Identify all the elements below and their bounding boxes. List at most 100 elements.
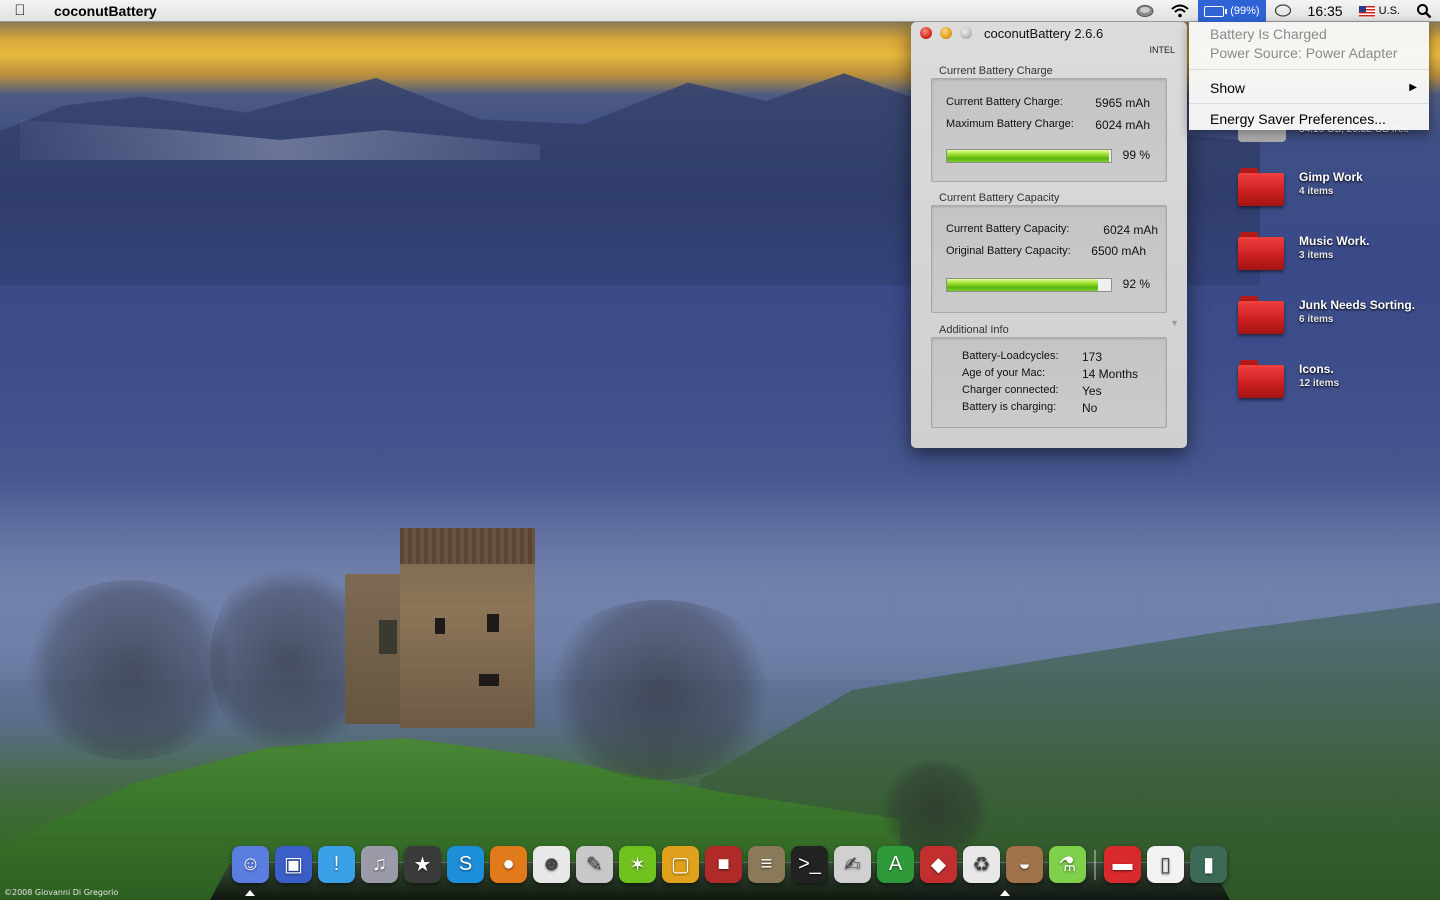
original-capacity-label: Original Battery Capacity: xyxy=(946,245,1071,257)
terminal-icon[interactable]: >_ xyxy=(791,846,828,883)
spotlight-search-icon[interactable] xyxy=(1408,0,1440,22)
stone-house xyxy=(345,528,535,728)
charger-connected-value: Yes xyxy=(1082,384,1102,398)
close-window-button[interactable] xyxy=(920,27,932,39)
menu-bar:  coconutBattery (99%) 16:35 U.S. xyxy=(0,0,1440,22)
desktop-folder[interactable]: Junk Needs Sorting. 6 items xyxy=(1238,296,1438,346)
battery-menu-dropdown: Battery Is Charged Power Source: Power A… xyxy=(1189,22,1429,130)
folder-item-count: 4 items xyxy=(1299,186,1334,197)
app-store-icon[interactable]: A xyxy=(877,846,914,883)
folder-name: Gimp Work xyxy=(1299,170,1363,184)
recycle-icon[interactable]: ♻ xyxy=(963,846,1000,883)
capacity-progress-fill xyxy=(947,279,1098,291)
ichat-icon[interactable]: ! xyxy=(318,846,355,883)
app-menu-name[interactable]: coconutBattery xyxy=(40,3,157,19)
mask-app-icon[interactable]: ☻ xyxy=(533,846,570,883)
speech-bubble-icon[interactable] xyxy=(1266,0,1300,22)
input-source-menu[interactable]: U.S. xyxy=(1351,0,1408,22)
minimize-window-button[interactable] xyxy=(940,27,952,39)
desktop-folder[interactable]: Icons. 12 items xyxy=(1238,360,1438,410)
loadcycles-value: 173 xyxy=(1082,350,1103,364)
power-source-text: Power Source: Power Adapter xyxy=(1210,45,1398,61)
capacity-section-label: Current Battery Capacity xyxy=(939,192,1060,204)
info-section-label: Additional Info xyxy=(939,324,1009,336)
current-charge-value: 5965 mAh xyxy=(1095,96,1150,110)
mac-age-value: 14 Months xyxy=(1082,367,1139,381)
trash-icon[interactable]: ▮ xyxy=(1190,846,1227,883)
battery-percent: (99%) xyxy=(1230,5,1260,17)
time-machine-icon[interactable] xyxy=(1128,0,1162,22)
energy-saver-preferences-item[interactable]: Energy Saver Preferences... xyxy=(1189,107,1429,131)
dock: ☺ ▣! ♫ ★ S ● ☻ ✎ ✶ ▢ ■ ≡ >_ ✍ A ◆ ♻ ◒ ⚗ ▬ ▯ ▮ xyxy=(232,846,1227,883)
red-folder-icon xyxy=(1238,232,1284,270)
current-capacity-label: Current Battery Capacity: xyxy=(946,223,1070,235)
flask-icon[interactable]: ⚗ xyxy=(1049,846,1086,883)
show-label: Show xyxy=(1210,80,1246,96)
running-indicator xyxy=(1000,890,1010,896)
coconutbattery-window: coconutBattery 2.6.6 INTEL Current Batte… xyxy=(911,22,1187,448)
window-title: coconutBattery 2.6.6 xyxy=(984,26,1104,41)
textedit-icon[interactable]: ✍ xyxy=(834,846,871,883)
charger-connected-label: Charger connected: xyxy=(962,384,1059,396)
input-source-label: U.S. xyxy=(1378,5,1400,17)
photobooth-icon[interactable]: ■ xyxy=(705,846,742,883)
battery-status-menu[interactable]: (99%) xyxy=(1198,0,1266,22)
folder-name: Junk Needs Sorting. xyxy=(1299,298,1416,312)
script-editor-icon[interactable]: ✎ xyxy=(576,846,613,883)
desktop-wallpaper: ©2008 Giovanni Di Gregorio xyxy=(0,0,1440,900)
folder-name: Icons. xyxy=(1299,362,1334,376)
battery-charging-value: No xyxy=(1082,401,1098,415)
coconut-icon[interactable]: ◒ xyxy=(1006,846,1043,883)
dock-separator xyxy=(1094,850,1096,880)
firefox-icon[interactable]: ● xyxy=(490,846,527,883)
info-box: Battery-Loadcycles: 173 Age of your Mac:… xyxy=(931,337,1167,428)
zoom-window-button[interactable] xyxy=(960,27,972,39)
capacity-percent: 92 % xyxy=(1122,277,1150,291)
desktop-folder[interactable]: Gimp Work 4 items xyxy=(1238,168,1438,218)
finder-icon[interactable]: ☺ xyxy=(232,846,269,883)
folder-item-count: 3 items xyxy=(1299,250,1334,261)
lime-icon[interactable]: ✶ xyxy=(619,846,656,883)
folder-item-count: 12 items xyxy=(1299,378,1340,389)
iphoto-icon[interactable]: ▢ xyxy=(662,846,699,883)
folder-stack-icon[interactable]: ▬ xyxy=(1104,846,1141,883)
charge-section-label: Current Battery Charge xyxy=(939,65,1053,77)
current-capacity-value: 6024 mAh xyxy=(1103,223,1158,237)
red-app-icon[interactable]: ◆ xyxy=(920,846,957,883)
us-flag-icon xyxy=(1358,5,1375,17)
menu-clock[interactable]: 16:35 xyxy=(1300,0,1351,22)
recorder-icon[interactable]: ★ xyxy=(404,846,441,883)
red-folder-icon xyxy=(1238,296,1284,334)
loadcycles-label: Battery-Loadcycles: xyxy=(962,350,1059,362)
capacity-box: Current Battery Capacity: 6024 mAh Origi… xyxy=(931,205,1167,313)
capacity-progress-bar xyxy=(946,278,1112,292)
battery-status-text: Battery Is Charged xyxy=(1210,26,1327,42)
itunes-icon[interactable]: ♫ xyxy=(361,846,398,883)
olive-tree xyxy=(880,760,990,860)
apple-menu-icon[interactable]:  xyxy=(0,2,40,19)
red-folder-icon xyxy=(1238,360,1284,398)
skype-icon[interactable]: S xyxy=(447,846,484,883)
charge-progress-fill xyxy=(947,150,1110,162)
preview-icon[interactable]: ▣ xyxy=(275,846,312,883)
disclosure-triangle-icon[interactable]: ▼ xyxy=(1170,318,1179,328)
charge-box: Current Battery Charge: 5965 mAh Maximum… xyxy=(931,78,1167,182)
bare-trees-right xyxy=(540,600,780,780)
wifi-icon[interactable] xyxy=(1162,0,1198,22)
notes-icon[interactable]: ≡ xyxy=(748,846,785,883)
battery-charging-label: Battery is charging: xyxy=(962,401,1057,413)
charge-percent: 99 % xyxy=(1122,148,1150,162)
desktop-folder[interactable]: Music Work. 3 items xyxy=(1238,232,1438,282)
menu-extras: (99%) 16:35 U.S. xyxy=(1128,0,1440,22)
max-charge-value: 6024 mAh xyxy=(1095,118,1150,132)
window-titlebar[interactable]: coconutBattery 2.6.6 xyxy=(911,22,1187,44)
red-folder-icon xyxy=(1238,168,1284,206)
mac-age-label: Age of your Mac: xyxy=(962,367,1046,379)
show-submenu-item[interactable]: Show ▶ xyxy=(1189,76,1429,100)
pdf-document-icon[interactable]: ▯ xyxy=(1147,846,1184,883)
original-capacity-value: 6500 mAh xyxy=(1091,244,1146,258)
current-charge-label: Current Battery Charge: xyxy=(946,96,1063,108)
charge-progress-bar xyxy=(946,149,1112,163)
photo-credit: ©2008 Giovanni Di Gregorio xyxy=(4,888,119,897)
folder-item-count: 6 items xyxy=(1299,314,1334,325)
